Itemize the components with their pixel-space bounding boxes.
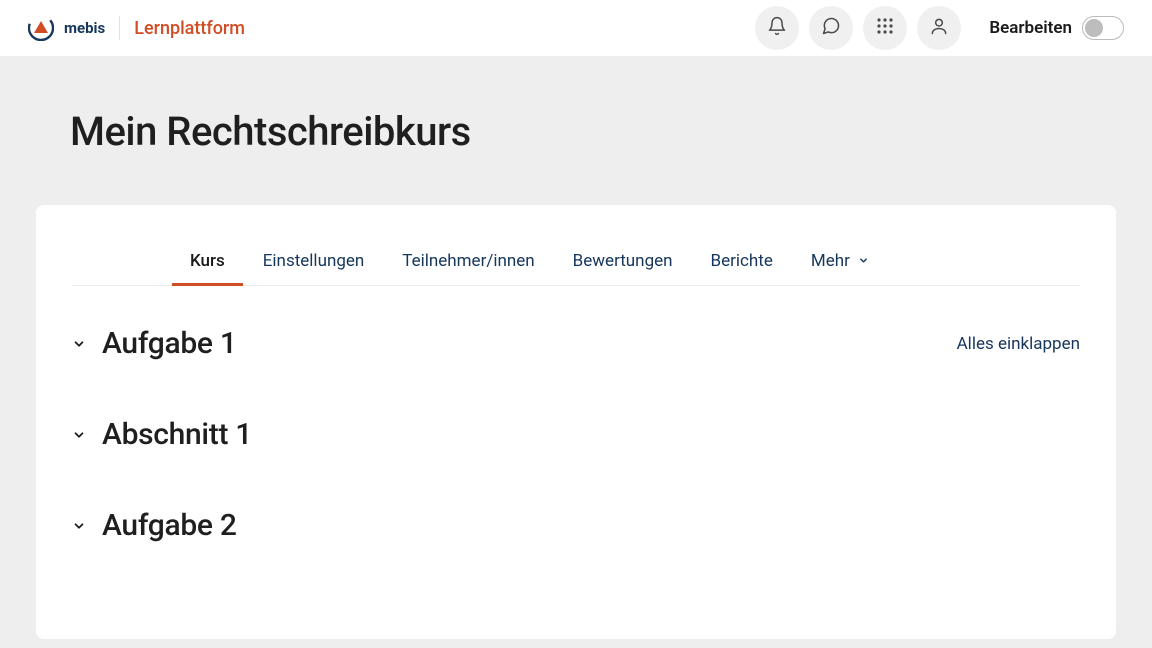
tab-bar: Kurs Einstellungen Teilnehmer/innen Bewe… (72, 237, 1080, 286)
chevron-down-icon (72, 337, 86, 351)
edit-toggle[interactable] (1082, 16, 1124, 40)
section-toggle[interactable]: Aufgabe 1 (72, 326, 237, 361)
chevron-down-icon (72, 519, 86, 533)
messages-button[interactable] (809, 6, 853, 50)
tab-mehr[interactable]: Mehr (811, 237, 869, 285)
collapse-all-link[interactable]: Alles einklappen (957, 334, 1080, 354)
divider (119, 16, 120, 40)
tab-label: Mehr (811, 251, 850, 271)
mebis-logo-icon (28, 15, 54, 41)
section-title: Aufgabe 2 (102, 508, 237, 543)
profile-button[interactable] (917, 6, 961, 50)
tab-label: Kurs (190, 251, 225, 271)
edit-label: Bearbeiten (989, 18, 1072, 38)
edit-mode-section: Bearbeiten (989, 16, 1124, 40)
bell-icon (767, 16, 787, 40)
section-row: Aufgabe 1 Alles einklappen (72, 326, 1080, 361)
tab-kurs[interactable]: Kurs (190, 237, 225, 285)
chat-icon (821, 16, 841, 40)
apps-button[interactable] (863, 6, 907, 50)
brand-name: mebis (64, 19, 105, 37)
chevron-down-icon (72, 428, 86, 442)
toggle-knob (1085, 19, 1103, 37)
chevron-down-icon (858, 251, 869, 271)
tab-label: Teilnehmer/innen (402, 251, 534, 271)
tab-einstellungen[interactable]: Einstellungen (263, 237, 365, 285)
grid-icon (876, 17, 894, 39)
page-body: Mein Rechtschreibkurs Kurs Einstellungen… (0, 108, 1152, 639)
header: mebis Lernplattform (0, 0, 1152, 56)
section-title: Aufgabe 1 (102, 326, 237, 361)
section-title: Abschnitt 1 (102, 417, 252, 452)
section-row: Abschnitt 1 (72, 417, 1080, 452)
user-icon (929, 16, 949, 40)
tab-bewertungen[interactable]: Bewertungen (573, 237, 673, 285)
tab-label: Einstellungen (263, 251, 365, 271)
header-left: mebis Lernplattform (28, 15, 245, 41)
tab-teilnehmer[interactable]: Teilnehmer/innen (402, 237, 534, 285)
section-toggle[interactable]: Abschnitt 1 (72, 417, 252, 452)
notifications-button[interactable] (755, 6, 799, 50)
tab-berichte[interactable]: Berichte (711, 237, 773, 285)
header-right: Bearbeiten (755, 6, 1124, 50)
section-row: Aufgabe 2 (72, 508, 1080, 543)
page-title: Mein Rechtschreibkurs (70, 108, 1116, 155)
tab-label: Berichte (711, 251, 773, 271)
logo[interactable]: mebis (28, 15, 105, 41)
platform-name[interactable]: Lernplattform (134, 18, 245, 39)
tab-label: Bewertungen (573, 251, 673, 271)
section-toggle[interactable]: Aufgabe 2 (72, 508, 237, 543)
course-card: Kurs Einstellungen Teilnehmer/innen Bewe… (36, 205, 1116, 639)
